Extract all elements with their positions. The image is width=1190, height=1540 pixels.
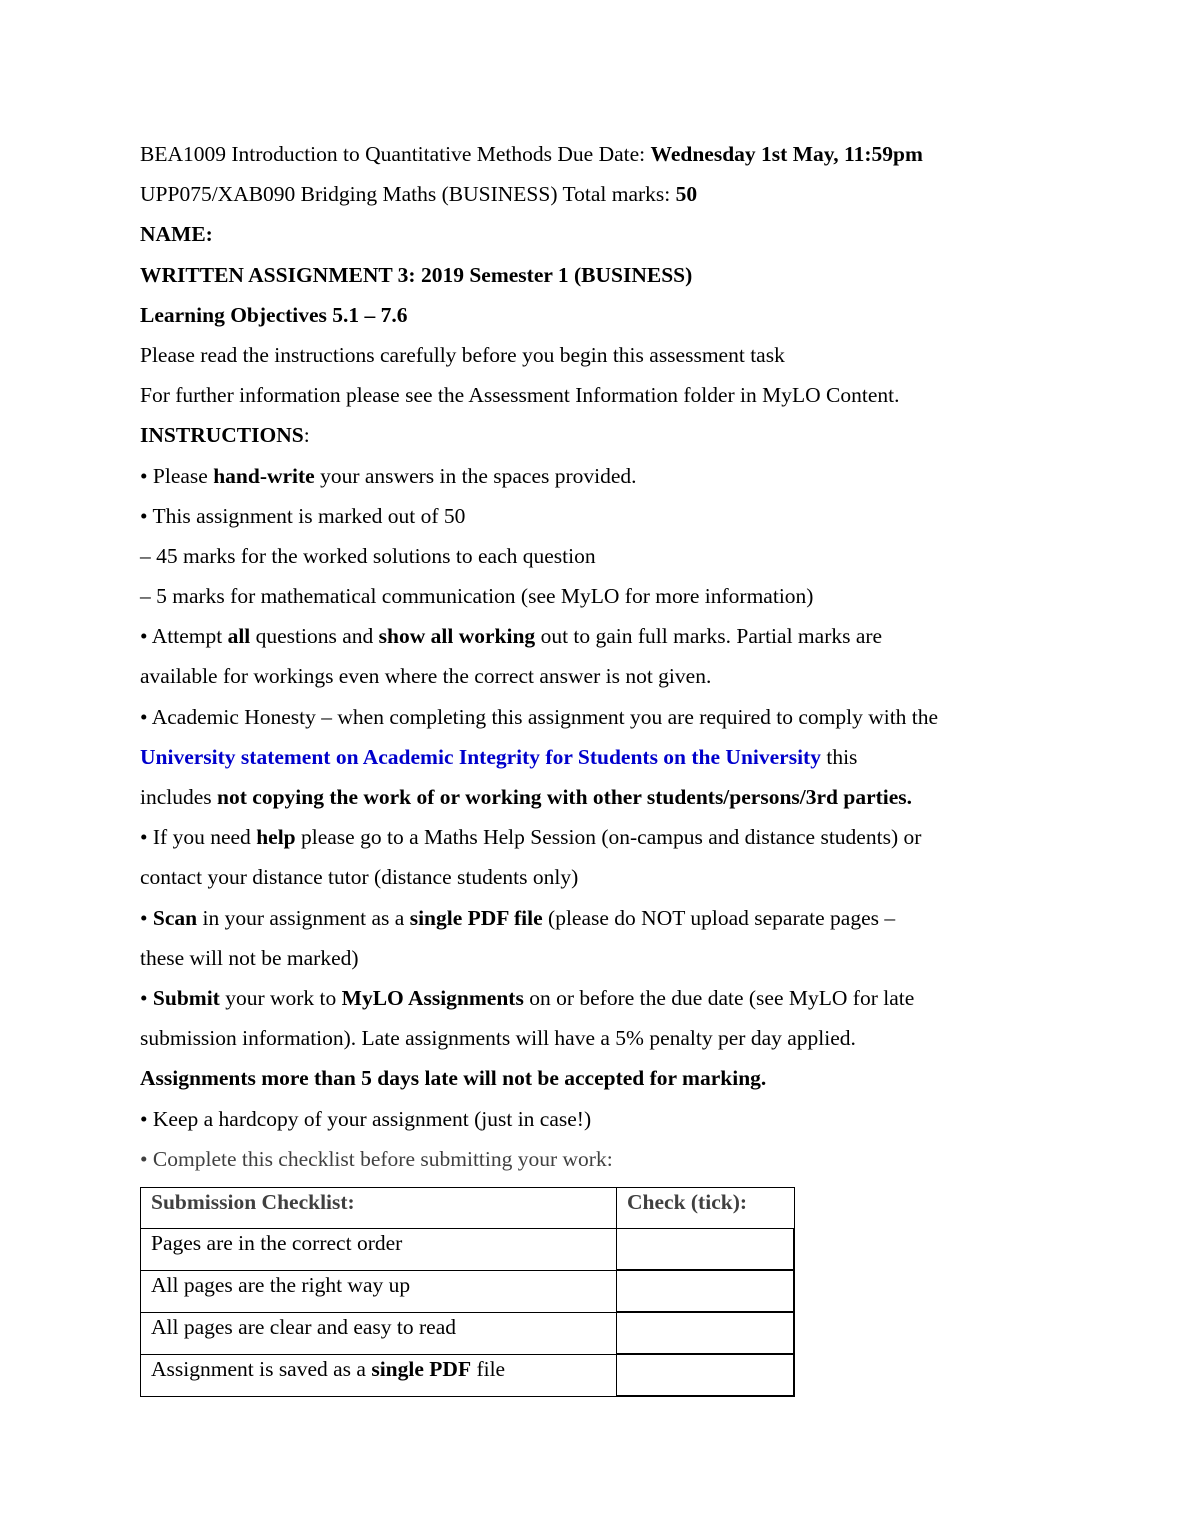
checklist-tick-box[interactable]	[616, 1228, 795, 1271]
instruction-attempt: • Attempt all questions and show all wor…	[140, 624, 883, 649]
instruction-scan: • Scan in your assignment as a single PD…	[140, 905, 896, 930]
checklist-tick-box[interactable]	[616, 1353, 795, 1397]
checklist-header-row: Submission Checklist: Check (tick):	[140, 1187, 795, 1229]
checklist-row: Pages are in the correct order	[140, 1228, 795, 1271]
instruction-attempt-cont: available for workings even where the co…	[140, 664, 712, 689]
checklist-item: Pages are in the correct order	[140, 1228, 617, 1271]
learning-objectives: Learning Objectives 5.1 – 7.6	[140, 302, 408, 327]
instruction-honesty-link-line: University statement on Academic Integri…	[140, 744, 858, 769]
instruction-marks-worked: – 45 marks for the worked solutions to e…	[140, 543, 596, 568]
further-info-text: For further information please see the A…	[140, 383, 900, 408]
checklist-item: All pages are clear and easy to read	[140, 1311, 617, 1355]
submission-checklist-table: Submission Checklist: Check (tick): Page…	[140, 1187, 795, 1397]
instruction-handwrite: • Please hand-write your answers in the …	[140, 463, 637, 488]
total-marks: 50	[675, 182, 698, 207]
assignment-title: WRITTEN ASSIGNMENT 3: 2019 Semester 1 (B…	[140, 262, 693, 287]
checklist-row: All pages are clear and easy to read	[140, 1311, 795, 1355]
instruction-hardcopy: • Keep a hardcopy of your assignment (ju…	[140, 1106, 592, 1131]
checklist-row: All pages are the right way up	[140, 1269, 795, 1313]
instruction-marks-communication: – 5 marks for mathematical communication…	[140, 584, 814, 609]
bridging-line: UPP075/XAB090 Bridging Maths (BUSINESS) …	[140, 182, 698, 207]
checklist-item: Assignment is saved as a single PDF file	[140, 1353, 617, 1397]
checklist-tick-box[interactable]	[616, 1311, 795, 1355]
document-page: BEA1009 Introduction to Quantitative Met…	[140, 138, 1020, 1183]
instruction-marks: • This assignment is marked out of 50	[140, 503, 466, 528]
instruction-late-warning: Assignments more than 5 days late will n…	[140, 1066, 767, 1091]
checklist-item: All pages are the right way up	[140, 1269, 617, 1313]
instruction-help: • If you need help please go to a Maths …	[140, 825, 922, 850]
checklist-header-check: Check (tick):	[616, 1187, 795, 1229]
instructions-heading: INSTRUCTIONS:	[140, 423, 310, 448]
checklist-row: Assignment is saved as a single PDF file	[140, 1353, 795, 1397]
instruction-submit: • Submit your work to MyLO Assignments o…	[140, 985, 915, 1010]
instruction-honesty-cont: includes not copying the work of or work…	[140, 785, 913, 809]
checklist-tick-box[interactable]	[616, 1269, 795, 1313]
instruction-scan-cont: these will not be marked)	[140, 945, 359, 970]
course-line: BEA1009 Introduction to Quantitative Met…	[140, 142, 923, 166]
instruction-submit-cont: submission information). Late assignment…	[140, 1026, 856, 1051]
instruction-honesty: • Academic Honesty – when completing thi…	[140, 704, 939, 729]
instruction-help-cont: contact your distance tutor (distance st…	[140, 865, 579, 890]
read-instructions-text: Please read the instructions carefully b…	[140, 342, 785, 367]
instruction-checklist: • Complete this checklist before submitt…	[140, 1146, 613, 1171]
due-date: Wednesday 1st May, 11:59pm	[650, 142, 923, 166]
name-label: NAME:	[140, 222, 213, 247]
checklist-header-item: Submission Checklist:	[140, 1187, 617, 1229]
academic-integrity-link[interactable]: University statement on Academic Integri…	[140, 745, 821, 769]
